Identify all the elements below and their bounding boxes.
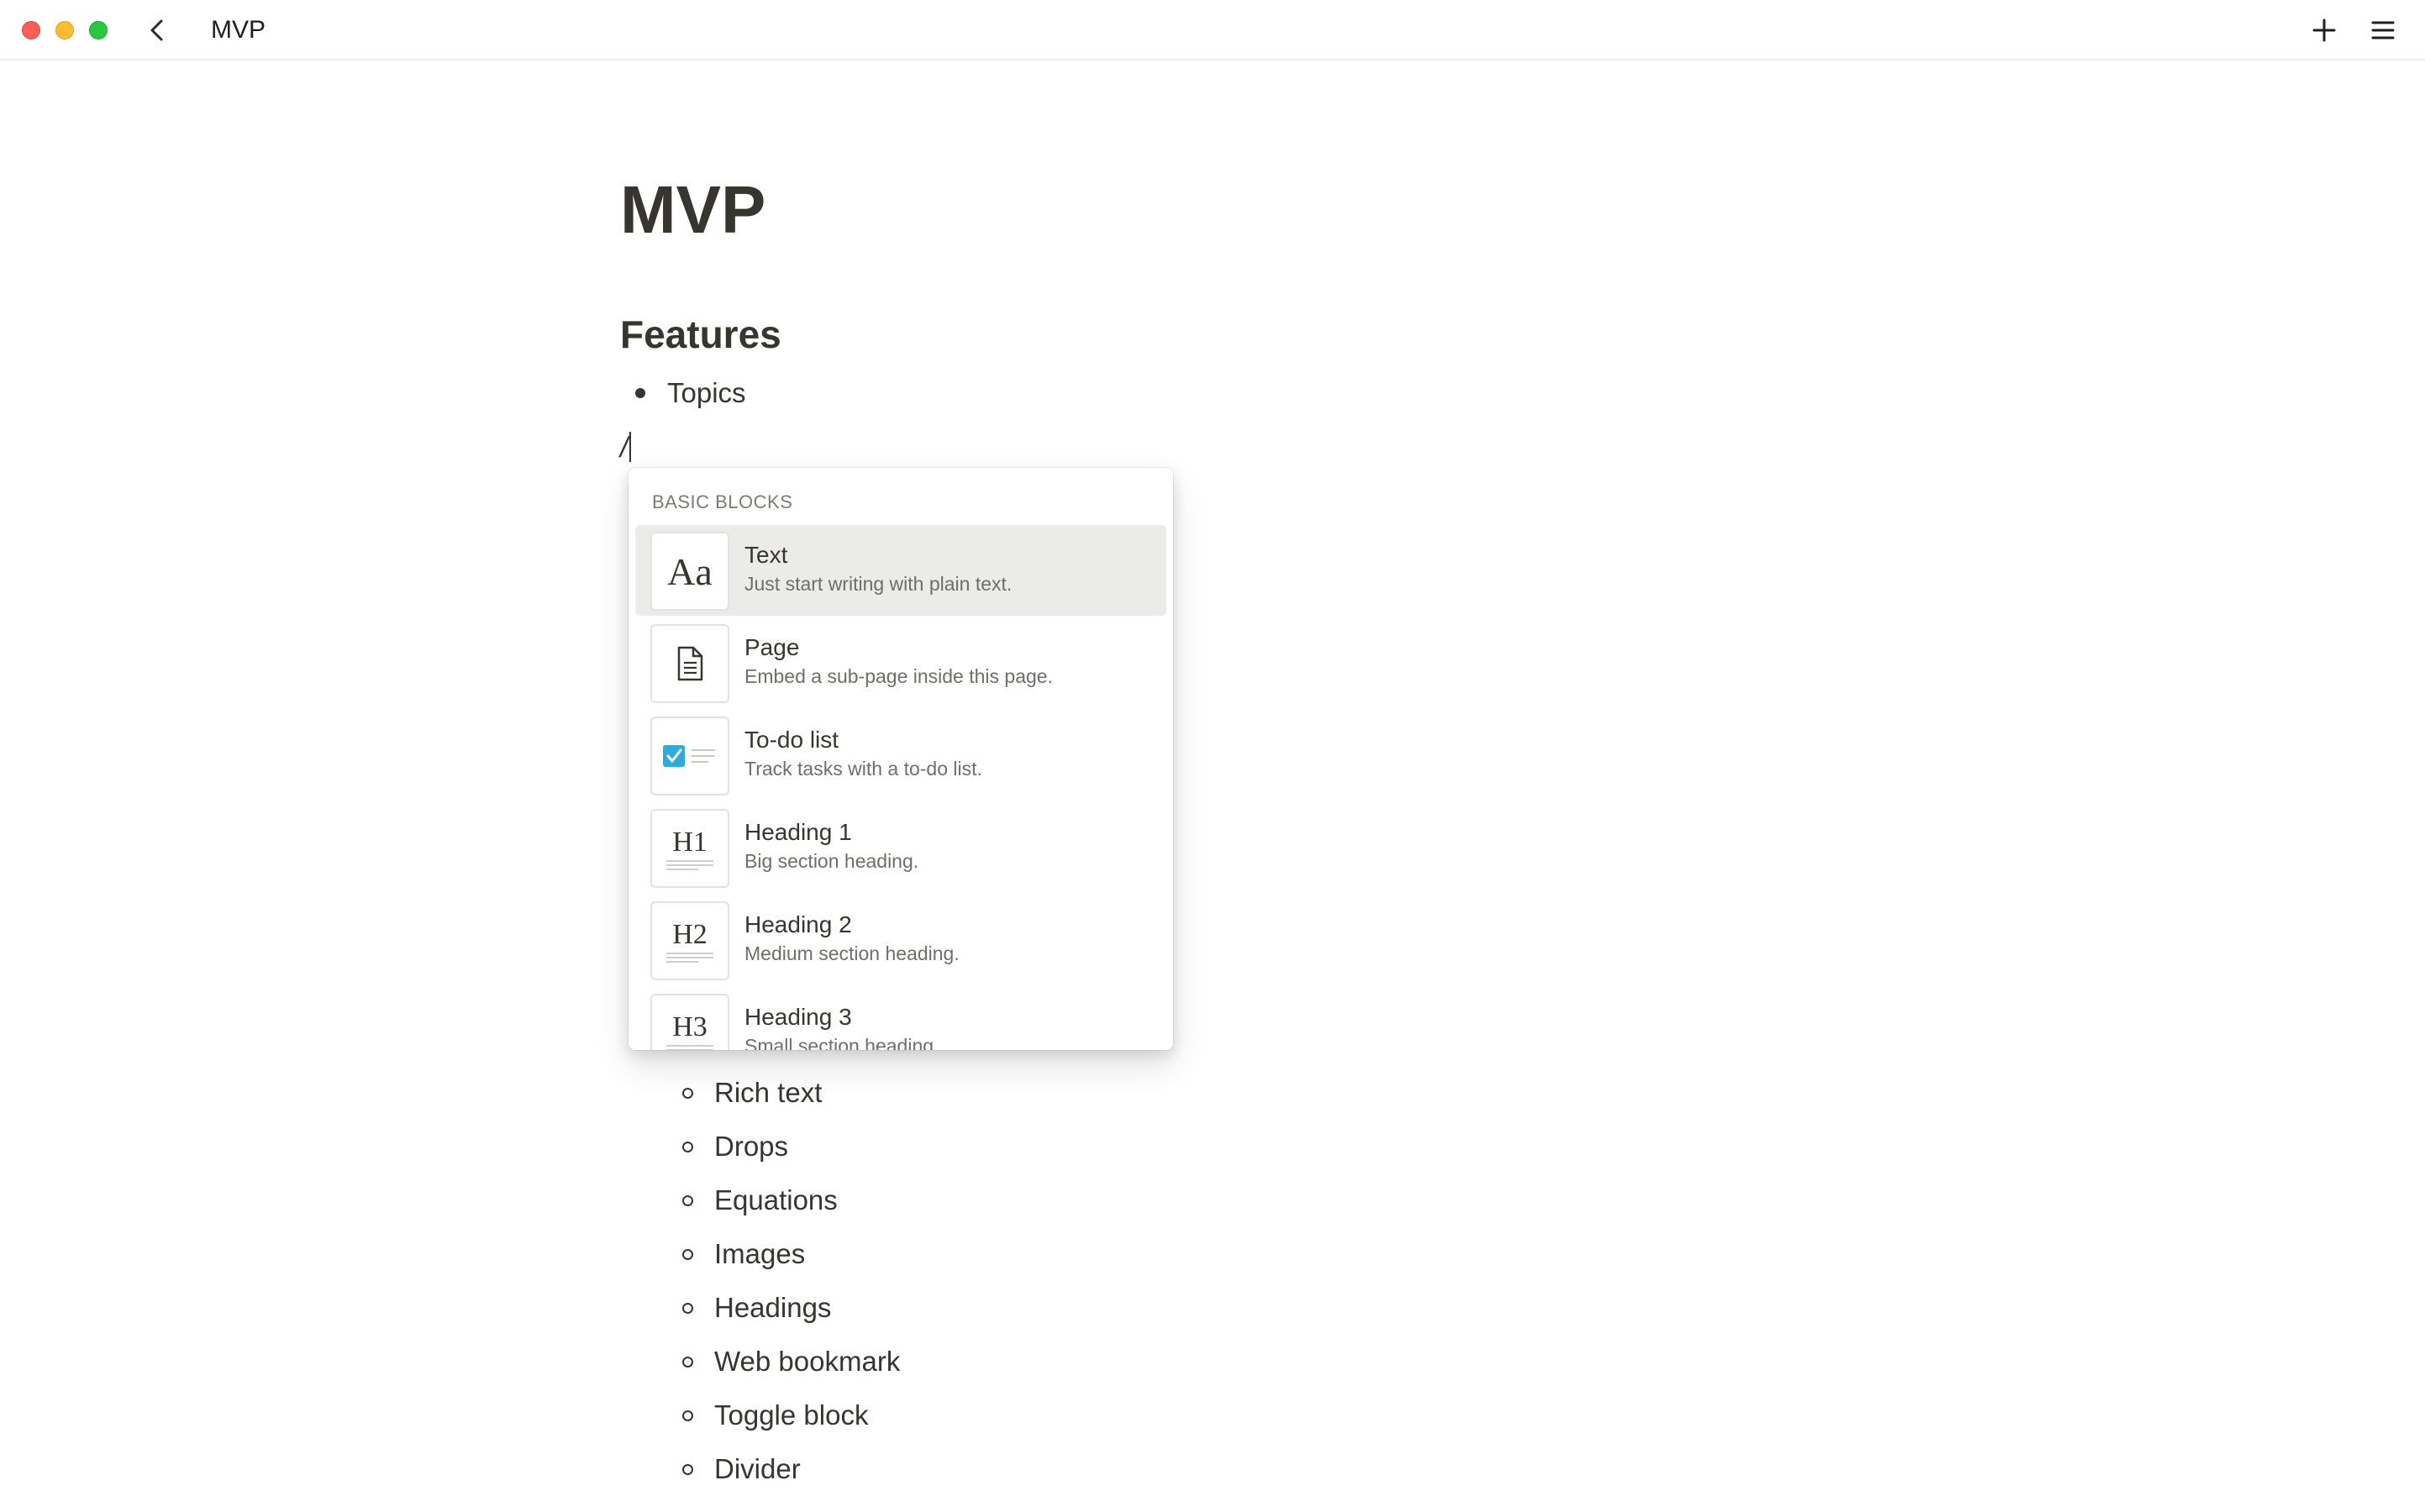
page-title[interactable]: MVP	[620, 168, 765, 252]
heading-3-icon: H3	[650, 994, 729, 1050]
list-item-text: Equations	[714, 1184, 838, 1215]
new-page-button[interactable]	[2309, 15, 2339, 45]
menu-item-description: Medium section heading.	[744, 942, 960, 964]
chevron-left-icon	[150, 19, 163, 41]
window-title: MVP	[211, 16, 266, 44]
menu-item-heading-3[interactable]: H3 Heading 3 Small section heading.	[635, 987, 1166, 1050]
document-icon	[677, 646, 703, 681]
zoom-window-button[interactable]	[89, 21, 108, 39]
slash-command-input[interactable]: /	[620, 427, 628, 469]
menu-item-title: Text	[744, 542, 788, 568]
menu-item-description: Big section heading.	[744, 850, 919, 872]
plus-icon	[2312, 18, 2336, 42]
menu-item-description: Just start writing with plain text.	[744, 573, 1013, 595]
menu-section-label: BASIC BLOCKS	[652, 491, 793, 512]
menu-item-description: Embed a sub-page inside this page.	[744, 665, 1053, 687]
bullet-icon	[635, 388, 645, 398]
menu-item-title: Heading 3	[744, 1004, 852, 1030]
text-aa-icon: Aa	[650, 532, 729, 611]
bullet-icon	[682, 1410, 693, 1421]
bullet-icon	[682, 1195, 693, 1206]
bullet-icon	[682, 1249, 693, 1260]
menu-item-heading-1[interactable]: H1 Heading 1 Big section heading.	[635, 802, 1166, 893]
menu-item-page[interactable]: Page Embed a sub-page inside this page.	[635, 617, 1166, 708]
todo-checkbox-icon	[650, 717, 729, 795]
menu-item-title: Heading 2	[744, 911, 852, 937]
menu-item-title: To-do list	[744, 727, 839, 753]
bullet-icon	[682, 1142, 693, 1152]
list-item-text: Divider	[714, 1453, 801, 1484]
menu-item-text[interactable]: Aa Text Just start writing with plain te…	[635, 525, 1166, 616]
title-bar: MVP	[0, 0, 2425, 60]
hamburger-menu-icon	[2371, 21, 2395, 39]
list-item-text: Images	[714, 1238, 806, 1269]
list-item-text: Topics	[667, 377, 746, 408]
menu-item-description: Track tasks with a to-do list.	[744, 758, 982, 780]
text-caret	[629, 432, 631, 462]
bullet-icon	[682, 1357, 693, 1368]
menu-button[interactable]	[2368, 15, 2398, 45]
bullet-icon	[682, 1464, 693, 1475]
page-icon	[650, 624, 729, 703]
minimize-window-button[interactable]	[55, 21, 74, 39]
list-item-text: Headings	[714, 1292, 832, 1323]
close-window-button[interactable]	[22, 21, 40, 39]
menu-item-title: Heading 1	[744, 819, 852, 845]
list-item-text: Rich text	[714, 1077, 823, 1108]
heading-1-icon: H1	[650, 809, 729, 888]
slash-command-menu: BASIC BLOCKS Aa Text Just start writing …	[629, 468, 1173, 1050]
list-item-text: Web bookmark	[714, 1346, 901, 1377]
list-item-text: Drops	[714, 1131, 789, 1162]
bullet-icon	[682, 1303, 693, 1314]
menu-item-title: Page	[744, 634, 800, 660]
list-item-text: Toggle block	[714, 1399, 869, 1431]
heading-2-icon: H2	[650, 901, 729, 980]
bullet-icon	[682, 1088, 693, 1099]
back-button[interactable]	[143, 15, 173, 45]
menu-item-todo-list[interactable]: To-do list Track tasks with a to-do list…	[635, 710, 1166, 801]
section-heading[interactable]: Features	[620, 307, 781, 361]
menu-item-description: Small section heading.	[744, 1035, 939, 1050]
menu-item-heading-2[interactable]: H2 Heading 2 Medium section heading.	[635, 895, 1166, 985]
